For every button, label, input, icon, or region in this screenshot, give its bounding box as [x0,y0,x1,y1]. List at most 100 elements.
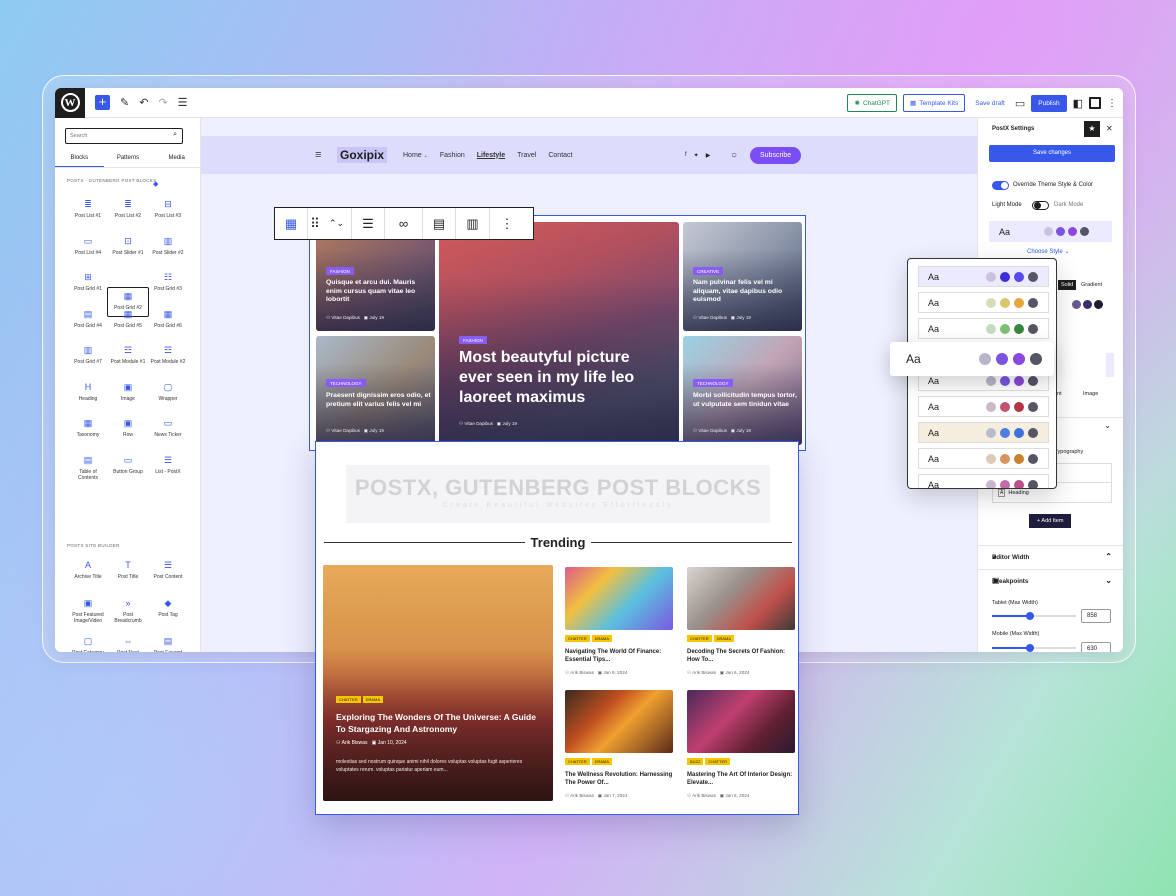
gradient-tab[interactable]: Gradient [1081,280,1102,290]
post-card[interactable]: CHATTER DRAMA Navigating The World Of Fin… [565,567,673,675]
choose-style-link[interactable]: Choose Style ⌄ [1027,248,1069,255]
category-tag[interactable]: FASHION [326,267,354,275]
trending-block[interactable]: POSTX, GUTENBERG POST BLOCKS Create Beau… [315,441,799,815]
swatch[interactable] [1094,300,1103,309]
block-item[interactable]: ▦ Post Grid #6 [149,309,187,329]
post-title[interactable]: Nam pulvinar felis vel mi aliquam, vitae… [693,279,798,305]
nav-lifestyle[interactable]: Lifestyle [477,152,505,159]
block-item[interactable]: ☲ Post Module #1 [109,346,147,366]
tag[interactable]: DRAMA [362,696,384,703]
nav-fashion[interactable]: Fashion [440,152,465,159]
tag[interactable]: CHATTER [565,758,590,765]
hamburger-icon[interactable]: ≡ [315,149,321,161]
post-card[interactable]: CREATIVE Nam pulvinar felis vel mi aliqu… [683,222,802,331]
move-up-down-icon[interactable]: ⌃⌄ [322,208,352,239]
breakpoints-section[interactable]: Breakpoints ⌄ [978,569,1123,593]
palette-option[interactable]: Aa [918,448,1049,469]
block-item[interactable]: ▭ Button Group [109,455,147,475]
featured-post-title[interactable]: Exploring The Wonders Of The Universe: A… [336,711,541,735]
solid-tab[interactable]: Solid [1058,280,1077,290]
block-item[interactable]: H Heading [69,382,107,402]
block-item[interactable]: ≣ Post List #2 [109,200,147,220]
star-icon[interactable]: ★ [1084,121,1100,137]
add-item-button[interactable]: + Add Item [1029,514,1072,528]
block-item[interactable]: ⊞ Post Grid #1 [69,273,107,293]
layout-icon[interactable]: ▥ [456,208,490,239]
chatgpt-button[interactable]: ✺ ChatGPT [847,94,898,112]
nav-contact[interactable]: Contact [548,152,572,159]
palette-option[interactable]: Aa [918,474,1049,488]
builder-block-item[interactable]: ▤ Post Excerpt [149,637,187,653]
swatch[interactable] [1072,300,1081,309]
builder-block-item[interactable]: » Post Breadcrumb [109,599,147,625]
slider-handle[interactable] [1026,612,1034,620]
block-item[interactable]: ☰ List - PostX [149,455,187,475]
preview-icon[interactable]: ▭ [1015,97,1025,110]
block-item[interactable]: ≣ Post List #1 [69,200,107,220]
tag[interactable]: CHATTER [565,635,590,642]
block-item[interactable]: ▥ Post Slider #2 [149,236,187,256]
post-card[interactable]: TECHNOLOGY Praesent dignissim eros odio,… [316,336,435,445]
wordpress-logo-icon[interactable]: W [55,88,85,118]
palette-option[interactable]: Aa [918,318,1049,339]
block-item[interactable]: ⊡ Post Slider #1 [109,236,147,256]
block-item[interactable]: ▭ Post List #4 [69,236,107,256]
drag-handle-icon[interactable]: ⠿ [308,208,322,239]
block-item[interactable]: ▣ Row [109,419,147,439]
selected-palette[interactable]: Aa [989,221,1112,242]
tag[interactable]: CHATTER [336,696,361,703]
builder-block-item[interactable]: ▢ Post Category [69,637,107,653]
builder-block-item[interactable]: ☰ Post Content [149,561,187,581]
palette-option[interactable]: Aa [918,266,1049,287]
override-toggle[interactable] [992,181,1009,190]
builder-block-item[interactable]: T Post Title [109,561,147,581]
post-card[interactable]: BUZZ CHATTER Mastering The Art Of Interio… [687,690,795,798]
site-logo[interactable]: Goxipix [337,147,388,163]
post-card[interactable]: TECHNOLOGY Morbi sollicitudin tempus tor… [683,336,802,445]
search-icon[interactable]: ○ [731,150,737,161]
post-title[interactable]: Morbi sollicitudin tempus tortor, ut vul… [693,392,798,409]
postx-icon[interactable]: ◧ [1073,97,1083,110]
post-image[interactable] [687,567,795,630]
settings-sidebar-icon[interactable] [1089,97,1101,109]
post-image[interactable] [565,690,673,753]
tag[interactable]: DRAMA [713,635,735,642]
palette-option[interactable]: Aa [918,292,1049,313]
block-item[interactable]: ☲ Post Module #2 [149,346,187,366]
tag[interactable]: CHATTER [687,635,712,642]
redo-icon[interactable]: ↷ [158,96,167,109]
save-draft-button[interactable]: Save draft [975,100,1005,107]
chevron-down-icon[interactable]: ⌄ [1104,421,1111,430]
mobile-width-slider[interactable] [992,644,1076,652]
post-title[interactable]: Navigating The World Of Finance: Essenti… [565,648,675,664]
gallery-icon[interactable]: ▤ [423,208,456,239]
facebook-icon[interactable]: f [685,152,687,159]
block-item[interactable]: ▤ Table of Contents [69,455,107,481]
featured-post-card[interactable]: CHATTER DRAMA Exploring The Wonders Of T… [323,565,553,801]
builder-block-item[interactable]: A Archive Title [69,561,107,581]
youtube-icon[interactable]: ▶ [706,152,711,159]
search-input[interactable]: Search ⌕ [65,128,183,144]
builder-block-item[interactable]: ⇔ Post Next Previous [109,637,147,653]
publish-button[interactable]: Publish [1031,94,1067,112]
undo-icon[interactable]: ↶ [139,96,148,109]
block-item[interactable]: ▦ Post Grid #5 [109,309,147,329]
post-card[interactable]: CHATTER DRAMA Decoding The Secrets Of Fas… [687,567,795,675]
builder-block-item[interactable]: ◆ Post Tag [149,599,187,619]
tablet-width-input[interactable]: 858 [1081,609,1111,623]
block-item[interactable]: ▥ Post Grid #7 [69,346,107,366]
more-options-icon[interactable]: ⋮ [1107,98,1117,109]
post-title[interactable]: Decoding The Secrets Of Fashion: How To.… [687,648,797,664]
builder-block-item[interactable]: ▣ Post Featured Image/Video [69,599,107,625]
nav-travel[interactable]: Travel [517,152,536,159]
featured-post-title[interactable]: Most beautyful picture ever seen in my l… [459,348,649,408]
more-options-icon[interactable]: ⋮ [490,208,524,239]
list-view-icon[interactable]: ☰ [178,96,188,109]
category-tag[interactable]: CREATIVE [693,267,724,275]
block-item[interactable]: ▢ Wrapper [149,382,187,402]
subscribe-button[interactable]: Subscribe [750,146,802,164]
block-item[interactable]: ▤ Post Grid #4 [69,309,107,329]
link-icon[interactable]: ∞ [385,208,423,239]
post-card[interactable]: CHATTER DRAMA The Wellness Revolution: Ha… [565,690,673,798]
palette-option-highlighted[interactable]: Aa [890,342,1054,376]
